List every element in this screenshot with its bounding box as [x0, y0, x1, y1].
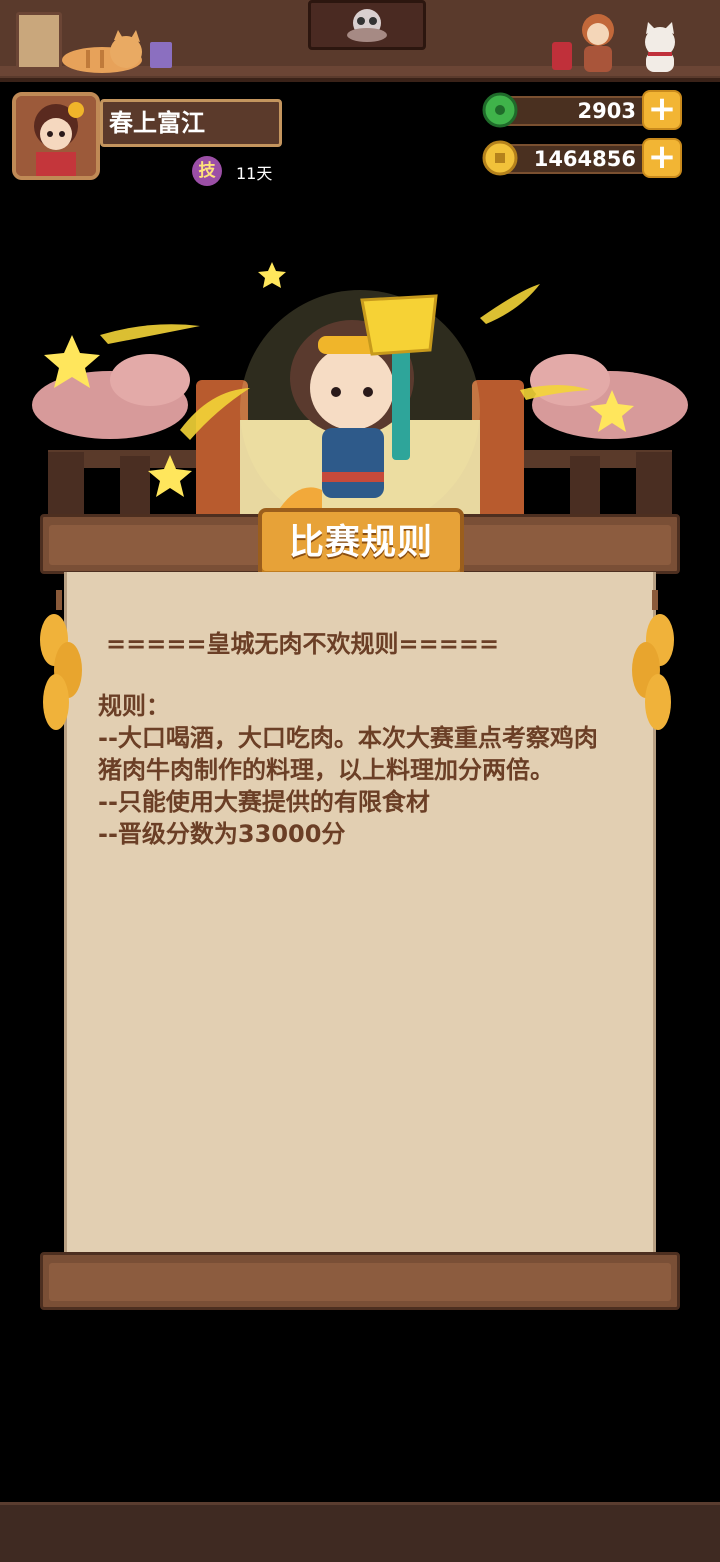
jade-icon — [482, 92, 518, 128]
rules-scroll[interactable] — [64, 572, 656, 1256]
panel-bottom-board — [40, 1252, 680, 1310]
avatar-portrait — [16, 96, 96, 176]
rules-header: =====皇城无肉不欢规则===== — [106, 630, 500, 658]
board-plank — [49, 1263, 671, 1301]
skill-icon[interactable]: 技 — [192, 156, 222, 186]
jade-counter: 2903 + — [482, 90, 686, 130]
coin-amount: 1464856 — [500, 144, 654, 174]
rules-body: 规则： --大口喝酒，大口吃肉。本次大赛重点考察鸡肉猪肉牛肉制作的料理，以上料理… — [98, 692, 598, 848]
player-name: 春上富江 — [100, 99, 282, 147]
coin-icon — [482, 140, 518, 176]
hanging-sign[interactable] — [308, 0, 426, 50]
bottom-nav-bar — [0, 1502, 720, 1562]
add-coin-button[interactable]: + — [642, 138, 682, 178]
chef-character — [32, 262, 688, 530]
skill-days-remaining: 11天 — [236, 164, 273, 183]
jar-icon — [552, 42, 572, 70]
coin-counter: 1464856 + — [482, 138, 686, 178]
white-cat-icon[interactable] — [636, 22, 684, 74]
corn-icon — [632, 590, 674, 730]
add-jade-button[interactable]: + — [642, 90, 682, 130]
girl-figure-icon[interactable] — [574, 10, 622, 74]
panel-title: 比赛规则 — [258, 508, 464, 580]
pot-icon — [150, 42, 172, 68]
cat-icon[interactable] — [56, 30, 148, 74]
avatar[interactable] — [12, 92, 100, 180]
panel-title-text: 比赛规则 — [288, 523, 433, 563]
top-shelf — [0, 0, 720, 82]
raccoon-icon — [347, 9, 387, 42]
jade-amount: 2903 — [500, 96, 654, 126]
corn-icon — [40, 590, 82, 730]
